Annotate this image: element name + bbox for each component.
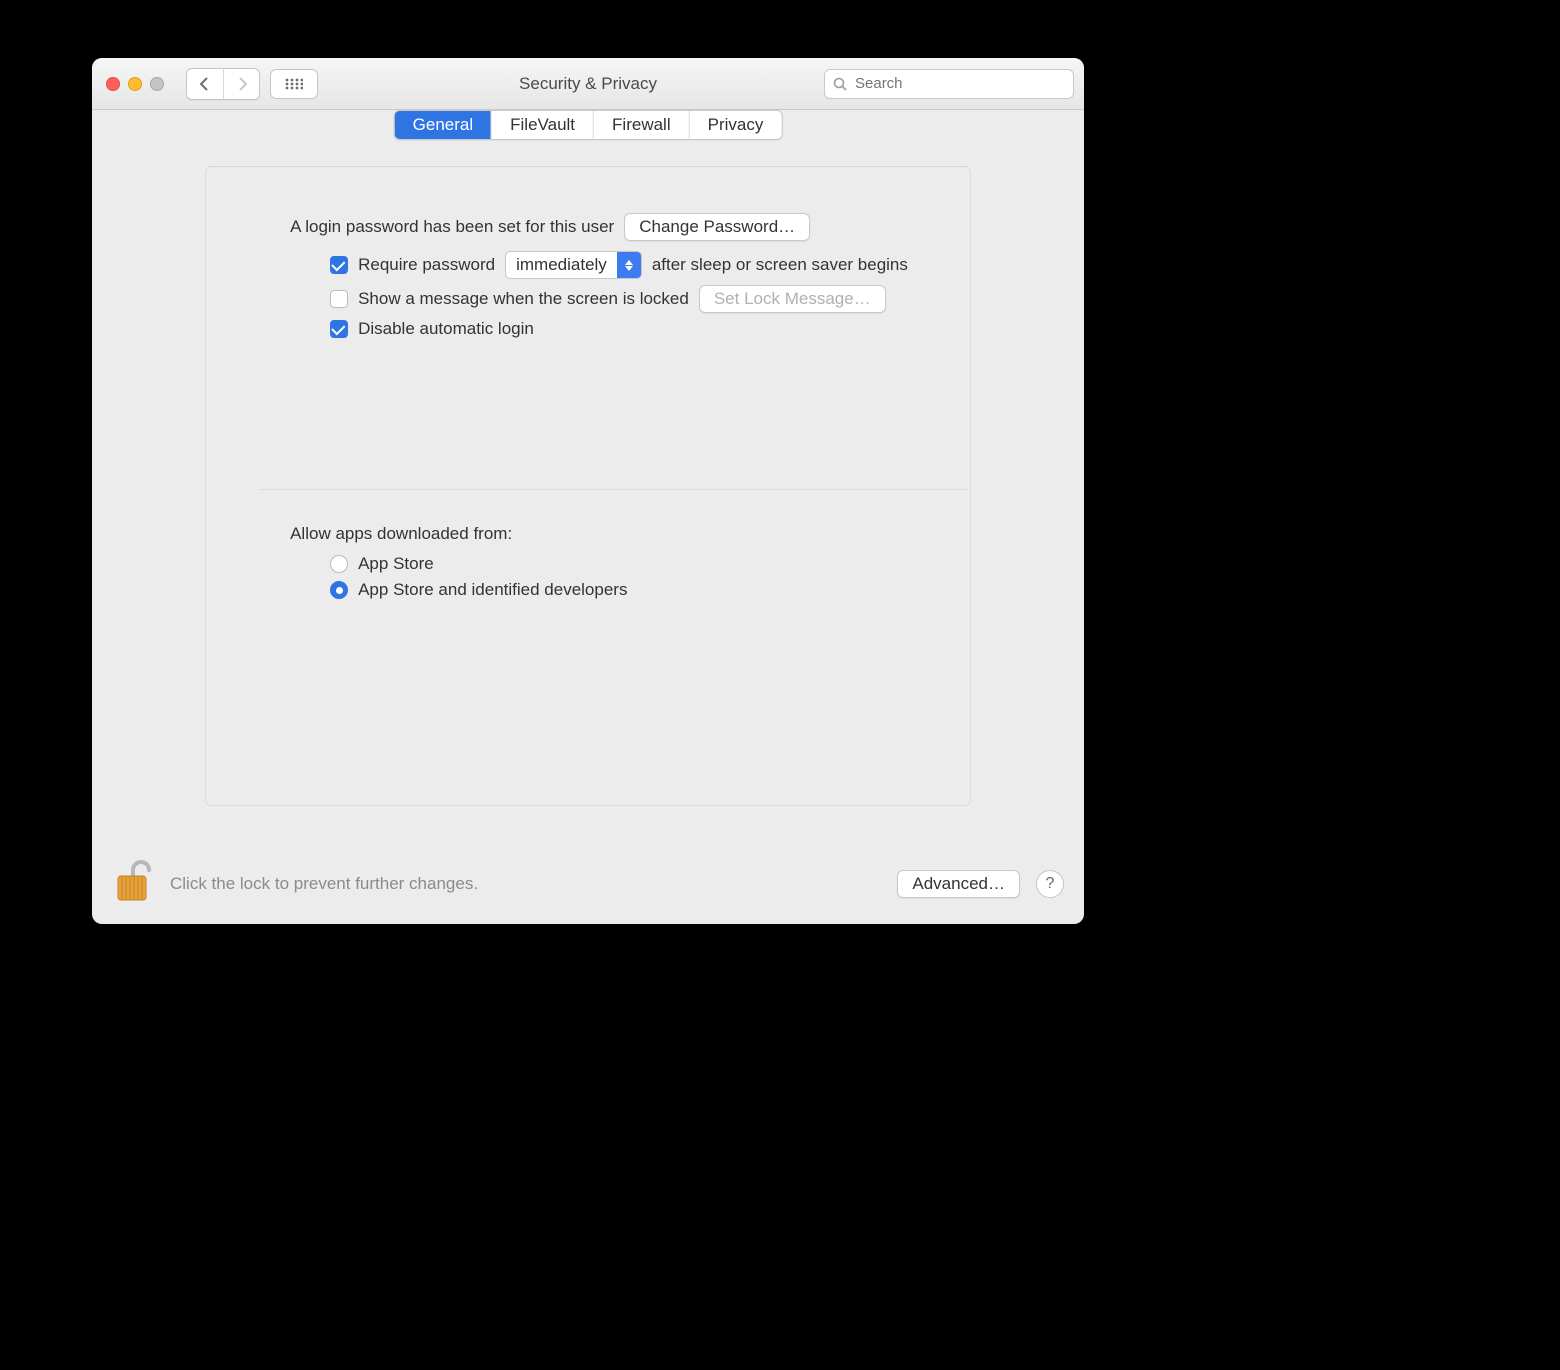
require-password-suffix: after sleep or screen saver begins <box>652 255 908 275</box>
search-input[interactable] <box>853 74 1065 93</box>
grid-icon <box>285 78 303 90</box>
show-all-button[interactable] <box>270 69 318 99</box>
disable-auto-login-checkbox[interactable] <box>330 320 348 338</box>
login-password-row: A login password has been set for this u… <box>290 213 908 241</box>
show-lock-message-label: Show a message when the screen is locked <box>358 289 689 309</box>
unlock-icon <box>112 858 154 904</box>
allow-apps-appstore-label: App Store <box>358 554 434 574</box>
tab-filevault[interactable]: FileVault <box>491 111 593 139</box>
back-button[interactable] <box>187 69 223 99</box>
forward-button[interactable] <box>223 69 259 99</box>
lock-message-row: Show a message when the screen is locked… <box>330 285 908 313</box>
allow-apps-identified-label: App Store and identified developers <box>358 580 627 600</box>
lock-hint-text: Click the lock to prevent further change… <box>170 874 478 894</box>
search-field[interactable] <box>824 69 1074 99</box>
disable-auto-login-row: Disable automatic login <box>330 319 908 339</box>
minimize-button[interactable] <box>128 77 142 91</box>
require-password-label: Require password <box>358 255 495 275</box>
tabs: General FileVault Firewall Privacy <box>394 110 783 140</box>
gatekeeper-section: Allow apps downloaded from: App Store Ap… <box>290 489 908 600</box>
chevron-left-icon <box>200 77 210 91</box>
search-icon <box>833 77 847 91</box>
change-password-button[interactable]: Change Password… <box>624 213 810 241</box>
allow-apps-heading: Allow apps downloaded from: <box>290 524 908 544</box>
nav-back-forward <box>186 68 260 100</box>
require-password-delay-value: immediately <box>506 252 617 278</box>
tab-firewall[interactable]: Firewall <box>593 111 689 139</box>
set-lock-message-button: Set Lock Message… <box>699 285 886 313</box>
require-password-delay-dropdown[interactable]: immediately <box>505 251 642 279</box>
allow-apps-appstore-radio[interactable] <box>330 555 348 573</box>
chevron-right-icon <box>237 77 247 91</box>
help-button[interactable]: ? <box>1036 870 1064 898</box>
window-controls <box>106 77 164 91</box>
allow-apps-opt2-row: App Store and identified developers <box>330 580 908 600</box>
general-panel: A login password has been set for this u… <box>205 166 971 806</box>
show-lock-message-checkbox[interactable] <box>330 290 348 308</box>
allow-apps-opt1-row: App Store <box>330 554 908 574</box>
stepper-icon <box>617 252 641 278</box>
tab-privacy[interactable]: Privacy <box>689 111 782 139</box>
zoom-button[interactable] <box>150 77 164 91</box>
tabs-row: General FileVault Firewall Privacy A log… <box>92 110 1084 806</box>
close-button[interactable] <box>106 77 120 91</box>
titlebar: Security & Privacy <box>92 58 1084 110</box>
lock-button[interactable] <box>112 858 154 910</box>
require-password-checkbox[interactable] <box>330 256 348 274</box>
require-password-row: Require password immediately after sleep… <box>330 251 908 279</box>
disable-auto-login-label: Disable automatic login <box>358 319 534 339</box>
preferences-window: Security & Privacy General FileVault Fir… <box>92 58 1084 924</box>
advanced-button[interactable]: Advanced… <box>897 870 1020 898</box>
allow-apps-identified-radio[interactable] <box>330 581 348 599</box>
footer: Click the lock to prevent further change… <box>92 844 1084 924</box>
tab-general[interactable]: General <box>395 111 491 139</box>
login-password-text: A login password has been set for this u… <box>290 217 614 237</box>
